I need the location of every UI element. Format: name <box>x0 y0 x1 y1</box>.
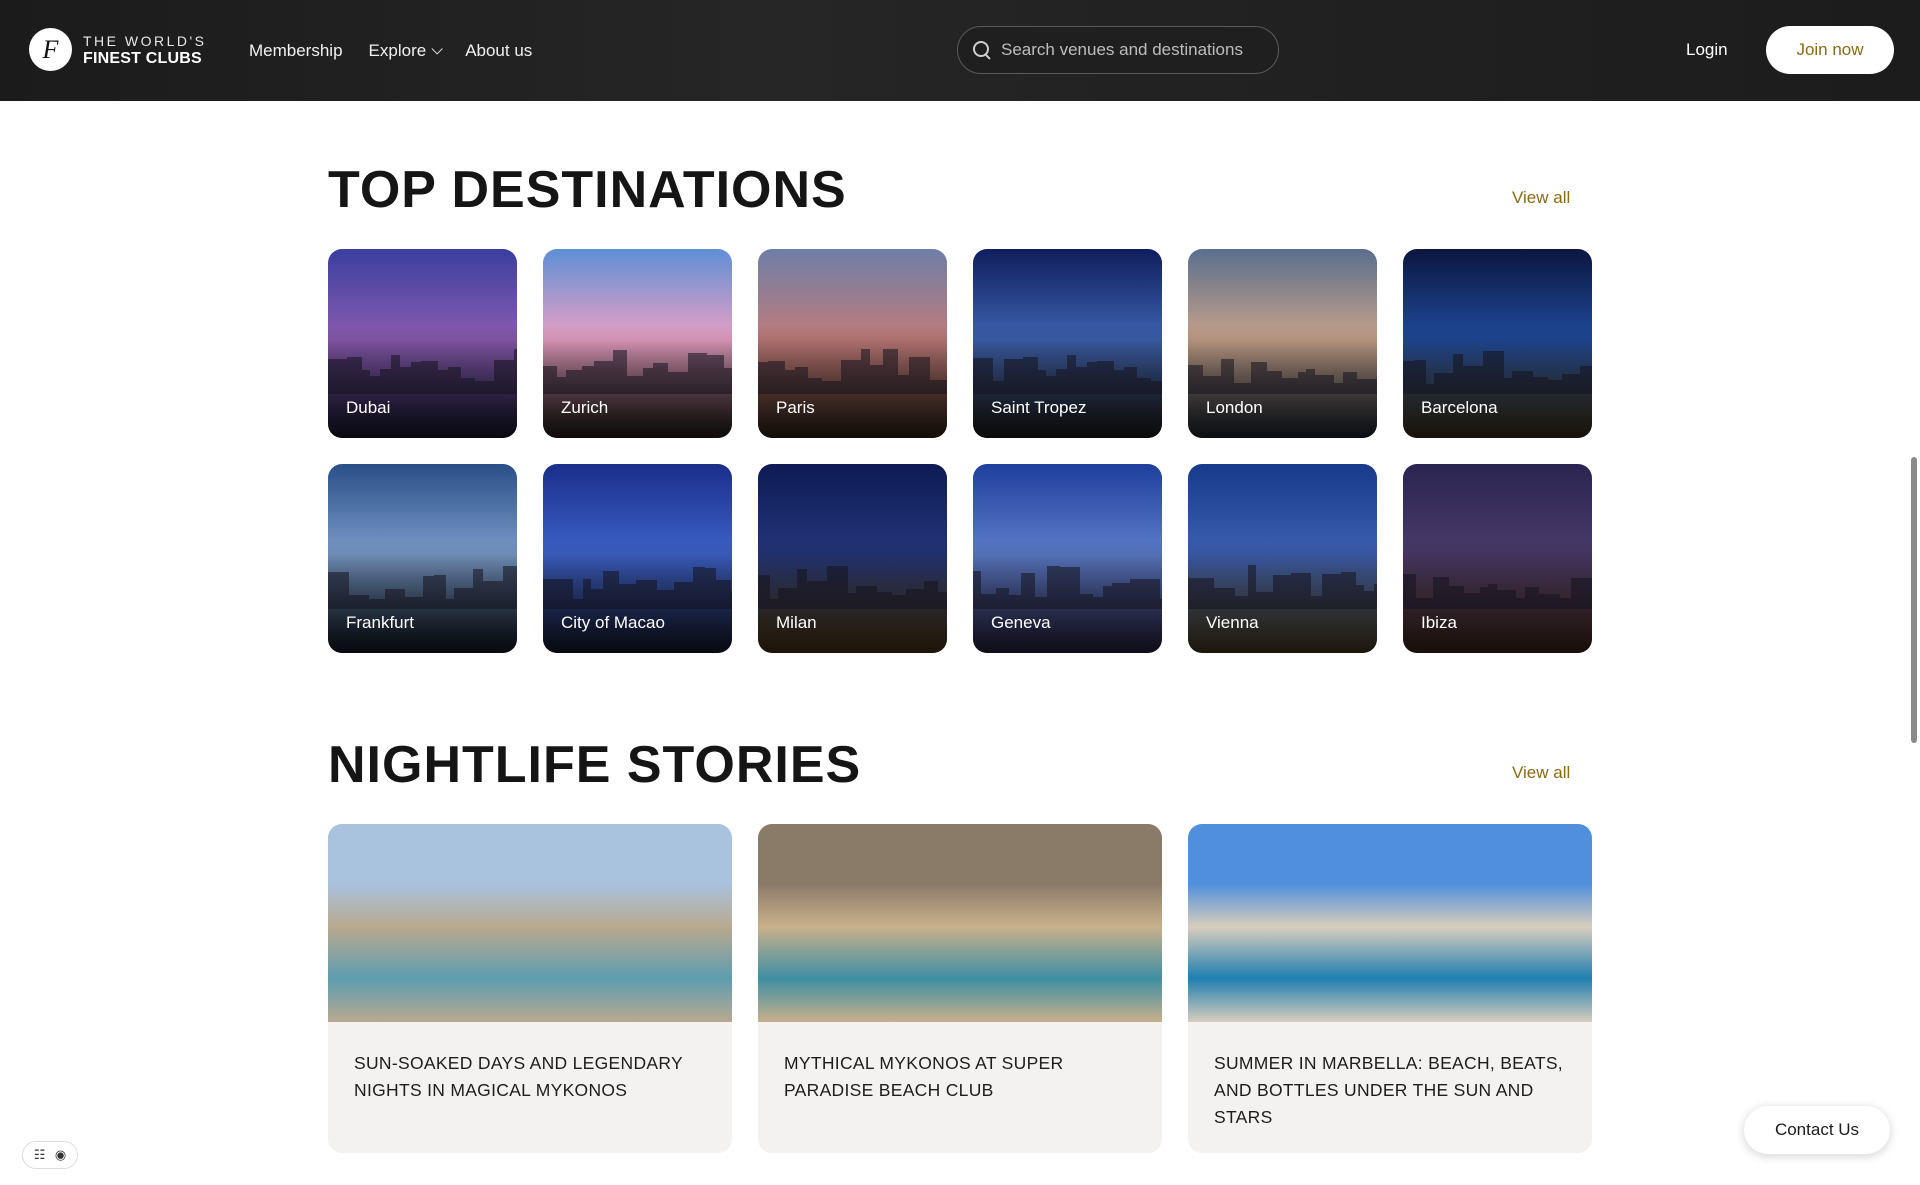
destination-card[interactable]: Vienna <box>1188 464 1377 653</box>
destination-label: City of Macao <box>561 613 665 632</box>
destination-image <box>973 355 1162 394</box>
chevron-down-icon <box>431 43 443 55</box>
site-header: F THE WORLD'S FINEST CLUBS Membership Ex… <box>0 0 1920 101</box>
search-icon <box>972 40 992 60</box>
destination-image <box>328 349 517 394</box>
logo-mark-icon: F <box>29 28 72 71</box>
nightlife-stories-title: NIGHTLIFE STORIES <box>328 736 862 794</box>
nav-about-us[interactable]: About us <box>465 41 532 61</box>
destination-image <box>543 350 732 394</box>
destinations-grid: Dubai Zurich Paris Saint Tropez London Barcel… <box>328 249 1593 653</box>
destination-card[interactable]: Geneva <box>973 464 1162 653</box>
destination-image <box>543 567 732 609</box>
top-destinations-title: TOP DESTINATIONS <box>328 161 847 219</box>
destination-image <box>758 349 947 394</box>
destination-card[interactable]: Ibiza <box>1403 464 1592 653</box>
story-title: MYTHICAL MYKONOS AT SUPER PARADISE BEACH… <box>784 1053 1064 1100</box>
destination-image <box>328 566 517 609</box>
scrollbar-thumb[interactable] <box>1911 457 1917 743</box>
contact-us-button[interactable]: Contact Us <box>1744 1106 1890 1154</box>
story-title: SUMMER IN MARBELLA: BEACH, BEATS, AND BO… <box>1214 1053 1563 1127</box>
destination-card[interactable]: Barcelona <box>1403 249 1592 438</box>
destination-label: Dubai <box>346 398 391 417</box>
destination-card[interactable]: Milan <box>758 464 947 653</box>
checklist-icon: ☷ <box>33 1147 46 1162</box>
logo-line-2: FINEST CLUBS <box>83 49 202 67</box>
search-input[interactable]: Search venues and destinations <box>957 26 1279 74</box>
destination-card[interactable]: Frankfurt <box>328 464 517 653</box>
stories-list: SUN-SOAKED DAYS AND LEGENDARY NIGHTS IN … <box>328 824 1592 1153</box>
story-title: SUN-SOAKED DAYS AND LEGENDARY NIGHTS IN … <box>354 1053 683 1100</box>
join-now-button[interactable]: Join now <box>1766 26 1894 74</box>
story-image <box>1188 824 1592 1022</box>
destination-label: Saint Tropez <box>991 398 1087 417</box>
story-image <box>758 824 1162 1022</box>
destination-label: London <box>1206 398 1263 417</box>
nav-explore-label: Explore <box>368 41 427 60</box>
destination-image <box>1403 574 1592 609</box>
destinations-view-all-link[interactable]: View all <box>1512 188 1570 208</box>
destination-card[interactable]: Zurich <box>543 249 732 438</box>
main-nav: Membership Explore About us <box>249 41 532 61</box>
destination-label: Zurich <box>561 398 609 417</box>
destination-label: Vienna <box>1206 613 1259 632</box>
destination-image <box>973 566 1162 609</box>
stories-view-all-link[interactable]: View all <box>1512 763 1570 783</box>
destination-card[interactable]: Dubai <box>328 249 517 438</box>
story-card[interactable]: SUN-SOAKED DAYS AND LEGENDARY NIGHTS IN … <box>328 824 732 1153</box>
nav-membership[interactable]: Membership <box>249 41 343 61</box>
destination-image <box>1188 565 1377 609</box>
destination-image <box>758 566 947 609</box>
cookie-settings-button[interactable]: ☷ ◉ <box>22 1141 78 1169</box>
destination-card[interactable]: Saint Tropez <box>973 249 1162 438</box>
logo-text: THE WORLD'S FINEST CLUBS <box>83 32 207 68</box>
destination-label: Barcelona <box>1421 398 1498 417</box>
destination-card[interactable]: City of Macao <box>543 464 732 653</box>
cookie-icon: ◉ <box>54 1147 67 1162</box>
destination-label: Frankfurt <box>346 613 415 632</box>
nav-explore[interactable]: Explore <box>368 41 443 61</box>
logo-line-1: THE WORLD'S <box>83 32 207 49</box>
search-placeholder: Search venues and destinations <box>1001 40 1243 59</box>
destination-card[interactable]: London <box>1188 249 1377 438</box>
destination-label: Paris <box>776 398 815 417</box>
destination-image <box>1188 359 1377 394</box>
story-card[interactable]: MYTHICAL MYKONOS AT SUPER PARADISE BEACH… <box>758 824 1162 1153</box>
destination-label: Geneva <box>991 613 1051 632</box>
login-link[interactable]: Login <box>1686 40 1728 60</box>
story-card[interactable]: SUMMER IN MARBELLA: BEACH, BEATS, AND BO… <box>1188 824 1592 1153</box>
destination-label: Ibiza <box>1421 613 1457 632</box>
destination-label: Milan <box>776 613 817 632</box>
destination-image <box>1403 351 1592 394</box>
story-image <box>328 824 732 1022</box>
logo[interactable]: F THE WORLD'S FINEST CLUBS <box>29 28 207 71</box>
destination-card[interactable]: Paris <box>758 249 947 438</box>
